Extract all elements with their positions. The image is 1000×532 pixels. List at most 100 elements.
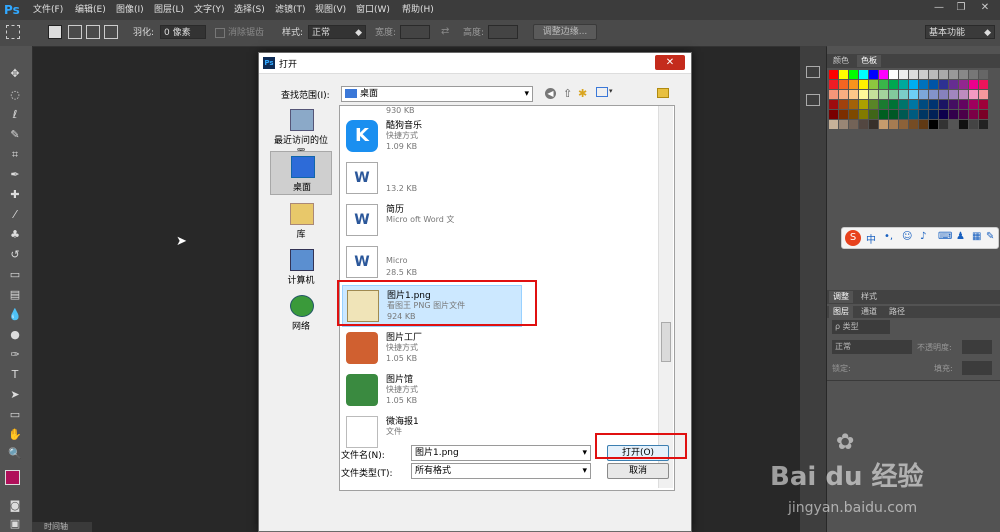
ime-mode-label[interactable]: 中 [866,231,876,246]
color-swatch[interactable] [959,110,968,119]
feather-input[interactable]: 0 像素 [160,25,206,39]
color-swatch[interactable] [859,100,868,109]
zoom-tool-icon[interactable]: 🔍 [6,446,24,462]
menu-filter[interactable]: 滤镜(T) [275,3,306,17]
color-swatch[interactable] [909,80,918,89]
color-swatch[interactable] [969,100,978,109]
color-swatch[interactable] [949,100,958,109]
menu-layer[interactable]: 图层(L) [154,3,184,17]
color-swatch[interactable] [899,70,908,79]
dodge-tool-icon[interactable]: ● [6,327,24,343]
color-swatch[interactable] [949,90,958,99]
color-swatch[interactable] [829,70,838,79]
workspace-select[interactable]: 基本功能 ◆ [925,25,995,39]
height-input[interactable] [488,25,518,39]
color-swatch[interactable] [839,80,848,89]
color-swatch[interactable] [899,120,908,129]
tab-swatches[interactable]: 色板 [857,55,881,67]
tab-adjustments[interactable]: 调整 [829,291,853,303]
minimize-icon[interactable]: — [928,1,950,15]
color-swatch[interactable] [889,80,898,89]
list-item[interactable]: K 酷狗音乐 快捷方式 1.09 KB [342,116,522,158]
emoji-icon[interactable]: ☺ [902,231,912,242]
color-swatch[interactable] [929,90,938,99]
tab-paths[interactable]: 路径 [885,306,909,318]
add-selection-icon[interactable] [68,25,82,39]
fill-input[interactable] [962,361,992,375]
menu-type[interactable]: 文字(Y) [194,3,225,17]
color-swatch[interactable] [829,120,838,129]
history-brush-tool-icon[interactable]: ↺ [6,247,24,263]
style-select[interactable]: 正常 ◆ [308,25,366,39]
color-swatch[interactable] [879,120,888,129]
tab-layers[interactable]: 图层 [829,306,853,318]
list-item[interactable]: 930 KB [342,106,522,116]
color-swatch[interactable] [919,120,928,129]
color-swatch[interactable] [869,120,878,129]
place-network[interactable]: 网络 [270,291,332,335]
swatches-grid[interactable] [829,70,999,130]
menu-file[interactable]: 文件(F) [33,3,63,17]
color-swatch[interactable] [909,70,918,79]
color-swatch[interactable] [979,80,988,89]
color-swatch[interactable] [839,90,848,99]
list-item[interactable]: W 13.2 KB [342,158,522,200]
color-swatch[interactable] [919,80,928,89]
color-swatch[interactable] [849,80,858,89]
color-swatch[interactable] [969,120,978,129]
color-swatch[interactable] [869,100,878,109]
list-item[interactable]: 图片馆 快捷方式 1.05 KB [342,370,522,412]
view-menu-icon[interactable] [596,87,608,97]
width-input[interactable] [400,25,430,39]
list-item[interactable]: W 简历 Micro oft Word 文 [342,200,522,242]
color-swatch[interactable] [949,70,958,79]
scrollbar-thumb[interactable] [661,322,671,362]
color-swatch[interactable] [909,120,918,129]
back-icon[interactable]: ◀ [545,88,556,99]
color-swatch[interactable] [849,90,858,99]
color-swatch[interactable] [939,100,948,109]
place-libraries[interactable]: 库 [270,199,332,243]
color-swatch[interactable] [949,80,958,89]
chevron-down-icon[interactable]: ▾ [609,87,613,95]
path-select-tool-icon[interactable]: ➤ [6,387,24,403]
color-swatch[interactable] [839,100,848,109]
color-swatch[interactable] [839,110,848,119]
color-swatch[interactable] [849,110,858,119]
tab-color[interactable]: 颜色 [829,55,853,67]
color-swatch[interactable] [849,120,858,129]
color-swatch[interactable] [899,100,908,109]
color-swatch[interactable] [859,120,868,129]
look-in-select[interactable]: 桌面 ▾ [341,86,533,102]
marquee-tool-icon[interactable]: ◌ [6,87,24,103]
color-swatch[interactable] [829,110,838,119]
settings-icon[interactable]: ✎ [986,231,994,242]
filename-input[interactable]: 图片1.png ▾ [411,445,591,461]
color-swatch[interactable] [939,70,948,79]
clone-stamp-tool-icon[interactable]: ♣ [6,227,24,243]
hand-tool-icon[interactable]: ✋ [6,427,24,443]
folder-up-icon[interactable] [657,88,669,98]
skin-icon[interactable]: ♟ [956,231,965,242]
sogou-icon[interactable]: S [845,230,861,246]
color-swatch[interactable] [859,80,868,89]
filetype-select[interactable]: 所有格式 ▾ [411,463,591,479]
ime-toolbar[interactable]: S 中 •, ☺ ♪ ⌨ ♟ ▦ ✎ [841,227,999,249]
color-swatch[interactable] [889,100,898,109]
color-swatch[interactable] [979,70,988,79]
color-swatch[interactable] [879,70,888,79]
color-swatch[interactable] [919,110,928,119]
menu-window[interactable]: 窗口(W) [356,3,390,17]
shape-tool-icon[interactable]: ▭ [6,407,24,423]
color-swatch[interactable] [869,110,878,119]
move-tool-icon[interactable]: ✥ [6,66,24,82]
gradient-tool-icon[interactable]: ▤ [6,287,24,303]
eyedropper-tool-icon[interactable]: ✒ [6,167,24,183]
dialog-close-icon[interactable]: ✕ [655,55,685,70]
color-swatch[interactable] [879,100,888,109]
foreground-color-swatch[interactable] [5,470,20,485]
color-swatch[interactable] [889,90,898,99]
opacity-input[interactable] [962,340,992,354]
close-icon[interactable]: ✕ [974,1,996,15]
color-swatch[interactable] [929,120,938,129]
